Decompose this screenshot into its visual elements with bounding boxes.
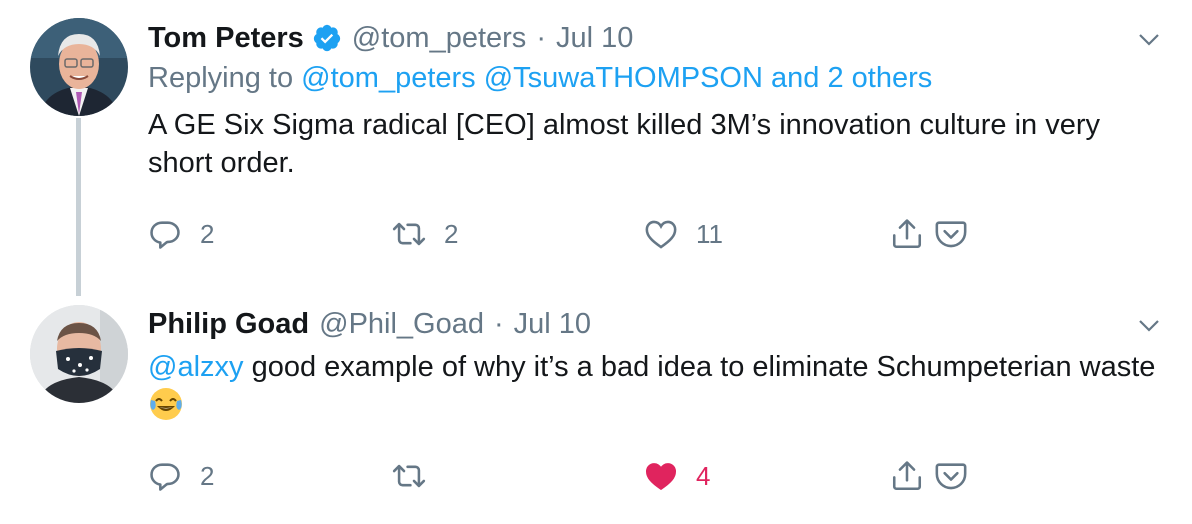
heart-filled-icon	[645, 463, 677, 491]
author-handle[interactable]: @Phil_Goad	[319, 308, 484, 341]
retweet-button[interactable]	[392, 456, 444, 496]
tweet-actions: 2 4	[148, 456, 978, 496]
tweet[interactable]: Tom Peters @tom_peters · Jul 10 Replying…	[0, 0, 1192, 296]
separator-dot: ·	[494, 307, 504, 340]
reply-count: 2	[200, 218, 215, 249]
avatar[interactable]	[30, 18, 128, 116]
separator-dot: ·	[536, 21, 546, 54]
verified-badge-icon	[312, 23, 342, 53]
mention-link[interactable]: @alzxy	[148, 351, 244, 383]
reply-count: 2	[200, 460, 215, 491]
reply-icon	[150, 221, 180, 249]
retweet-icon	[392, 222, 426, 246]
like-count: 11	[696, 218, 723, 249]
tweet-text: A GE Six Sigma radical [CEO] almost kill…	[148, 109, 1101, 179]
chevron-down-icon[interactable]	[1138, 314, 1160, 336]
heart-icon	[645, 220, 677, 249]
mention-link[interactable]: @TsuwaTHOMPSON	[484, 62, 763, 94]
author-name[interactable]: Philip Goad	[148, 308, 309, 341]
tweet-date[interactable]: Jul 10	[514, 308, 591, 341]
like-count: 4	[696, 460, 711, 491]
reply-button[interactable]: 2	[148, 456, 214, 496]
replying-to: Replying to @tom_peters @TsuwaTHOMPSON a…	[148, 62, 932, 95]
retweet-count: 2	[444, 218, 459, 249]
tweet-text-body: good example of why it’s a bad idea to e…	[243, 351, 1156, 383]
avatar[interactable]	[30, 305, 128, 403]
reply-icon	[150, 463, 180, 491]
tears-of-joy-emoji-icon	[148, 386, 184, 422]
author-name[interactable]: Tom Peters	[148, 22, 304, 55]
reply-button[interactable]: 2	[148, 214, 214, 254]
replying-prefix: Replying to	[148, 62, 294, 94]
tweet-header: Philip Goad @Phil_Goad · Jul 10	[148, 304, 591, 344]
pocket-icon	[935, 463, 967, 490]
pocket-icon	[935, 221, 967, 248]
thread-connector	[76, 118, 81, 296]
tweet-header: Tom Peters @tom_peters · Jul 10	[148, 18, 633, 58]
share-icon	[892, 461, 922, 491]
like-button[interactable]: 11	[644, 214, 723, 254]
others-link[interactable]: and 2 others	[771, 62, 932, 94]
retweet-button[interactable]: 2	[392, 214, 458, 254]
tweet-actions: 2 2 11	[148, 214, 978, 254]
share-button[interactable]	[890, 214, 968, 254]
share-button[interactable]	[890, 456, 968, 496]
tweet-date[interactable]: Jul 10	[556, 22, 633, 55]
mention-link[interactable]: @tom_peters	[301, 62, 476, 94]
chevron-down-icon[interactable]	[1138, 28, 1160, 50]
retweet-icon	[392, 464, 426, 488]
share-icon	[892, 219, 922, 249]
tweet-text: @alzxy good example of why it’s a bad id…	[148, 348, 1158, 427]
tweet[interactable]: Philip Goad @Phil_Goad · Jul 10 @alzxy g…	[0, 290, 1192, 524]
author-handle[interactable]: @tom_peters	[352, 22, 527, 55]
like-button[interactable]: 4	[644, 456, 710, 496]
